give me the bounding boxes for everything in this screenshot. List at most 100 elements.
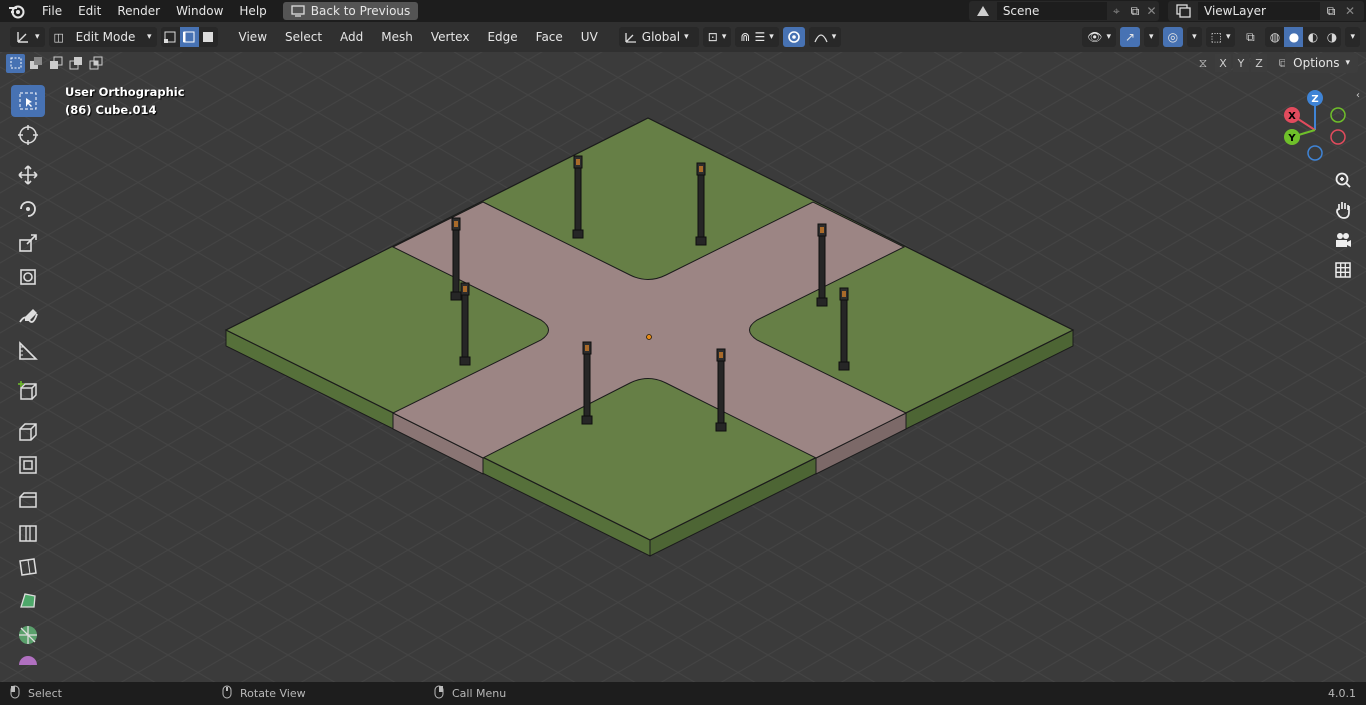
top-menu-bar: File Edit Render Window Help Back to Pre… <box>0 0 1366 22</box>
falloff-dropdown[interactable]: ▾ <box>808 27 842 47</box>
mode-dropdown[interactable]: ◫ Edit Mode ▾ <box>48 27 157 47</box>
measure-icon[interactable] <box>11 335 45 367</box>
proportional-editing-toggle[interactable] <box>782 27 805 47</box>
tool-shelf <box>8 84 48 668</box>
extend-selection-icon[interactable] <box>26 54 45 73</box>
transform-icon[interactable] <box>11 261 45 293</box>
mirror-y-toggle[interactable]: Y <box>1233 54 1249 72</box>
viewport-header: ▾ ◫ Edit Mode ▾ View Select Add Mesh Ver… <box>0 22 1366 52</box>
blender-logo-icon[interactable] <box>0 0 34 22</box>
zoom-icon[interactable] <box>1329 166 1357 194</box>
inset-icon[interactable] <box>11 449 45 481</box>
screen-icon <box>291 5 305 17</box>
chevron-down-icon: ▾ <box>1345 58 1350 68</box>
loop-cut-icon[interactable] <box>11 517 45 549</box>
menu-mesh[interactable]: Mesh <box>374 27 420 47</box>
shading-dropdown[interactable]: ▾ <box>1345 27 1360 47</box>
scene-selector[interactable]: Scene ⌖ ⧉ ✕ <box>969 1 1159 21</box>
options-dropdown[interactable]: Options ▾ <box>1285 53 1358 73</box>
invert-selection-icon[interactable] <box>66 54 85 73</box>
sidebar-expand-icon[interactable]: ‹ <box>1356 90 1360 101</box>
axis-editor-icon <box>17 32 28 43</box>
gizmo-toggle[interactable]: ↗ <box>1119 27 1141 47</box>
intersect-selection-icon[interactable] <box>86 54 105 73</box>
lamp-post <box>838 287 850 371</box>
view-layer-name[interactable]: ViewLayer <box>1198 2 1320 20</box>
gizmo-y-label: Y <box>1287 133 1296 144</box>
vertex-select-icon[interactable] <box>161 27 180 47</box>
new-selection-icon[interactable] <box>6 53 25 73</box>
knife-icon[interactable] <box>11 551 45 583</box>
pan-hand-icon[interactable] <box>1329 196 1357 224</box>
chevron-down-icon: ▾ <box>1149 32 1154 42</box>
selection-mode-row <box>6 52 105 74</box>
snapping-toggle[interactable]: ⋒ ☰ ▾ <box>735 27 779 47</box>
edge-select-icon[interactable] <box>179 27 199 47</box>
back-to-previous-button[interactable]: Back to Previous <box>282 2 419 20</box>
subtract-selection-icon[interactable] <box>46 54 65 73</box>
mouse-left-icon <box>10 685 20 702</box>
bevel-icon[interactable] <box>11 483 45 515</box>
menu-add[interactable]: Add <box>333 27 370 47</box>
close-scene-icon[interactable]: ✕ <box>1144 4 1159 18</box>
select-box-icon[interactable] <box>11 85 45 117</box>
mouse-middle-icon <box>222 685 232 702</box>
scale-icon[interactable] <box>11 227 45 259</box>
menu-window[interactable]: Window <box>168 0 231 22</box>
mirror-axis-group: ⧖ X Y Z ⧉ <box>1193 54 1293 72</box>
status-call-menu-label: Call Menu <box>452 687 507 700</box>
edit-mode-icon: ◫ <box>53 30 64 44</box>
close-view-layer-icon[interactable]: ✕ <box>1342 4 1358 18</box>
editor-type-dropdown[interactable]: ▾ <box>10 27 45 47</box>
chevron-down-icon: ▾ <box>1106 32 1111 42</box>
mirror-x-toggle[interactable]: X <box>1215 54 1231 72</box>
rendered-shading-icon[interactable]: ◑ <box>1322 27 1341 47</box>
gizmo-dropdown[interactable]: ▾ <box>1144 27 1159 47</box>
proportional-icon <box>787 31 800 43</box>
view-layer-selector[interactable]: ViewLayer ⧉ ✕ <box>1168 1 1364 21</box>
wireframe-shading-icon[interactable]: ◍ <box>1265 27 1284 47</box>
gizmo-x-label: X <box>1288 111 1296 122</box>
menu-edge[interactable]: Edge <box>480 27 524 47</box>
overlay-toggle[interactable]: ◎ <box>1162 27 1184 47</box>
rotate-icon[interactable] <box>11 193 45 225</box>
add-cube-icon[interactable] <box>11 375 45 407</box>
xray-toggle[interactable]: ⧉ <box>1239 27 1261 47</box>
chevron-down-icon: ▾ <box>721 32 727 42</box>
3d-viewport[interactable]: Z X Y User Orthographic (86) Cube.014 ‹ <box>0 52 1366 682</box>
grid-toggle-icon[interactable] <box>1329 256 1357 284</box>
visibility-dropdown[interactable]: 👁 ▾ <box>1082 27 1116 47</box>
cursor-icon[interactable] <box>11 119 45 151</box>
mirror-z-toggle[interactable]: Z <box>1251 54 1267 72</box>
mesh-overlay-dropdown[interactable]: ⬚ ▾ <box>1205 27 1236 47</box>
solid-shading-icon[interactable]: ● <box>1284 27 1304 47</box>
menu-file[interactable]: File <box>34 0 70 22</box>
camera-icon[interactable] <box>1329 226 1357 254</box>
extrude-icon[interactable] <box>11 415 45 447</box>
smooth-icon[interactable] <box>11 653 45 667</box>
material-shading-icon[interactable]: ◐ <box>1303 27 1322 47</box>
chevron-down-icon: ▾ <box>147 32 152 42</box>
poly-build-icon[interactable] <box>11 585 45 617</box>
menu-face[interactable]: Face <box>529 27 570 47</box>
transform-orientation-dropdown[interactable]: Global ▾ <box>618 27 699 47</box>
viewport-canvas[interactable]: Z X Y <box>0 52 1366 682</box>
menu-view[interactable]: View <box>232 27 274 47</box>
annotate-icon[interactable] <box>11 301 45 333</box>
spin-icon[interactable] <box>11 619 45 651</box>
move-icon[interactable] <box>11 159 45 191</box>
pivot-point-dropdown[interactable]: ⊡ ▾ <box>702 27 732 47</box>
face-select-icon[interactable] <box>199 27 218 47</box>
menu-uv[interactable]: UV <box>574 27 605 47</box>
chevron-down-icon: ▾ <box>684 32 689 42</box>
overlay-dropdown[interactable]: ▾ <box>1187 27 1202 47</box>
menu-render[interactable]: Render <box>109 0 168 22</box>
pin-icon[interactable]: ⌖ <box>1107 4 1126 19</box>
scene-name[interactable]: Scene <box>996 2 1108 20</box>
menu-edit[interactable]: Edit <box>70 0 109 22</box>
menu-vertex[interactable]: Vertex <box>424 27 477 47</box>
new-view-layer-icon[interactable]: ⧉ <box>1320 4 1342 19</box>
menu-select[interactable]: Select <box>278 27 329 47</box>
new-scene-icon[interactable]: ⧉ <box>1126 4 1145 19</box>
menu-help[interactable]: Help <box>231 0 274 22</box>
